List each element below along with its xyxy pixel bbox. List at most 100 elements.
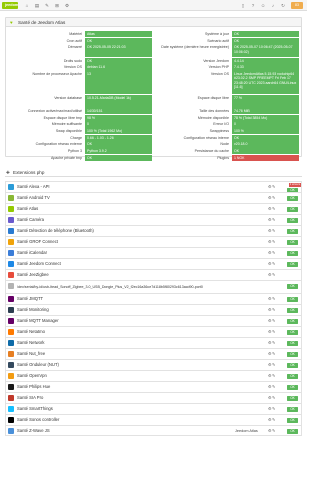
health-value: 0 xyxy=(85,121,152,128)
plugins-icon[interactable]: ⊞ xyxy=(54,3,60,8)
mobile-icon[interactable]: ▯ xyxy=(240,3,246,8)
plugin-config-icon[interactable]: ⚙✎ xyxy=(268,395,276,401)
plugin-config-icon[interactable]: ⚙✎ xyxy=(268,307,276,313)
message-badge[interactable]: 83 xyxy=(291,2,303,9)
plugin-config-icon[interactable]: ⚙✎ xyxy=(268,417,276,423)
plugin-config-icon[interactable]: ⚙✎ xyxy=(268,329,276,335)
health-label: Espace disque libre tmp xyxy=(43,115,82,120)
health-value: 74.76 MiB xyxy=(232,107,299,115)
plugin-row[interactable]: Santé Sonos controller ⚙✎ OK xyxy=(5,414,302,425)
health-title: Santé de Jeedom Atlas xyxy=(18,19,66,25)
plugin-icon xyxy=(8,406,14,412)
health-label: Version OS xyxy=(210,72,229,77)
plugin-icon xyxy=(8,228,14,234)
plugin-icon xyxy=(8,239,14,245)
plugin-status-badge: OK xyxy=(287,261,298,267)
plugin-row[interactable]: Santé Z-Wave JS Jeedom Atlas ⚙✎ OK xyxy=(5,425,302,436)
analysis-icon[interactable]: ▤ xyxy=(34,3,40,8)
settings-icon[interactable]: ⚙ xyxy=(64,3,70,8)
plugin-row[interactable]: Santé Atlas ⚙✎ OK xyxy=(5,203,302,214)
plugin-row[interactable]: Santé Onduleur (NUT) ⚙✎ OK xyxy=(5,359,302,370)
plugin-config-icon[interactable]: ⚙✎ xyxy=(268,406,276,412)
plugin-row[interactable]: Santé JMQTT ⚙✎ OK xyxy=(5,293,302,304)
plugin-row[interactable]: Santé Caméra ⚙✎ OK xyxy=(5,214,302,225)
plugin-row[interactable]: Santé JeeZigbee ⚙✎ xyxy=(5,269,302,280)
home-icon[interactable]: ⌂ xyxy=(24,3,30,8)
refresh-icon[interactable]: ↻ xyxy=(280,3,286,8)
health-value: 13 xyxy=(85,71,152,95)
plugin-row[interactable]: Santé Philips Hue ⚙✎ OK xyxy=(5,381,302,392)
health-label: Python 3 xyxy=(67,149,82,154)
plugin-row[interactable]: Santé SIA Pro ⚙✎ OK xyxy=(5,392,302,403)
plugin-row[interactable]: Santé SmartThings ⚙✎ OK xyxy=(5,403,302,414)
plugin-row[interactable]: Santé GROF Connect ⚙✎ OK xyxy=(5,236,302,247)
plugin-name: Santé Monitoring xyxy=(17,307,49,312)
plugin-status-badge: OK xyxy=(287,296,298,302)
plugin-row[interactable]: Santé Monitoring ⚙✎ OK xyxy=(5,304,302,315)
health-value: 100 % (Total 1962 Mo) xyxy=(85,127,152,135)
top-navbar: jeedom ⌂ ▤ ✎ ⊞ ⚙ ▯ ? ☺ ♪ ↻ 83 xyxy=(0,0,307,11)
plugin-error-badge[interactable]: 1 erreurs xyxy=(289,183,301,187)
health-label: Node xyxy=(220,142,229,147)
plugin-icon xyxy=(8,206,14,212)
plugin-config-icon[interactable]: ⚙✎ xyxy=(268,296,276,302)
plugin-config-icon[interactable]: ⚙✎ xyxy=(268,362,276,368)
health-label: Swappiness xyxy=(209,128,229,133)
health-value: OK xyxy=(85,37,152,44)
plugin-row[interactable]: Santé MQTT Manager ⚙✎ OK xyxy=(5,315,302,326)
health-label: Version Jeedom xyxy=(203,58,229,63)
plugin-icon xyxy=(8,195,14,201)
health-label: Version OS xyxy=(63,65,82,70)
plugin-config-icon[interactable]: ⚙✎ xyxy=(268,250,276,256)
jeedom-logo[interactable]: jeedom xyxy=(2,2,18,9)
bell-icon[interactable]: ♪ xyxy=(270,3,276,8)
plugin-row[interactable]: Santé OpenVpn ⚙✎ OK xyxy=(5,370,302,381)
plugin-config-icon[interactable]: ⚙✎ xyxy=(268,206,276,212)
health-value: Python 3.9.2 xyxy=(85,148,152,155)
health-row: Apache private tmp OK Plugins 1 NOK xyxy=(9,154,299,162)
plugin-row[interactable]: Santé Détection de téléphone (Bluetooth)… xyxy=(5,225,302,236)
help-icon[interactable]: ? xyxy=(250,3,256,8)
plugin-config-icon[interactable]: ⚙✎ xyxy=(268,318,276,324)
plugin-config-icon[interactable]: ⚙✎ xyxy=(268,340,276,346)
plugin-config-icon[interactable]: ⚙✎ xyxy=(268,217,276,223)
plugin-status-badge: OK xyxy=(287,228,298,234)
health-row: Droits sudo OK Version Jeedom 4.4.14 xyxy=(9,57,299,65)
tools-icon[interactable]: ✎ xyxy=(44,3,50,8)
health-value: debian 11.6 xyxy=(85,64,152,71)
health-row: Espace disque libre tmp 98 % Mémoire dispo… xyxy=(9,114,299,121)
plugin-config-icon[interactable]: ⚙✎ xyxy=(268,351,276,357)
plugin-row[interactable]: Santé Netatmo ⚙✎ OK xyxy=(5,326,302,337)
plugin-row[interactable]: /dev/serial/by-id/usb-Itead_Sonoff_Zigbe… xyxy=(5,280,302,293)
health-value: 78 % (Total 3854 Mo) xyxy=(232,114,299,121)
plugin-icon xyxy=(8,373,14,379)
plugin-row[interactable]: Santé iCalendar ⚙✎ OK xyxy=(5,247,302,258)
user-icon[interactable]: ☺ xyxy=(260,3,266,8)
plugin-name: Santé MQTT Manager xyxy=(17,318,59,323)
plugin-config-icon[interactable]: ⚙✎ xyxy=(268,373,276,379)
plugin-row[interactable]: Santé Nut_free ⚙✎ OK xyxy=(5,348,302,359)
health-panel: ♥ Santé de Jeedom Atlas Matériel Atlas Sys… xyxy=(5,17,302,162)
plugin-row[interactable]: Santé Alexa - API ⚙✎ 1 erreurs OK xyxy=(5,181,302,193)
plugin-row[interactable]: Santé Jeedom Connect ⚙✎ OK xyxy=(5,258,302,269)
plugin-status-badge: OK xyxy=(287,417,298,423)
plugin-config-icon[interactable]: ⚙✎ xyxy=(268,195,276,201)
plugin-config-icon[interactable]: ⚙✎ xyxy=(268,228,276,234)
plugin-status-badge: OK xyxy=(287,351,298,357)
plugin-config-icon[interactable]: ⚙✎ xyxy=(268,239,276,245)
health-value: 14/30/151 xyxy=(85,107,152,115)
plugin-row[interactable]: Santé Network ⚙✎ OK xyxy=(5,337,302,348)
health-label: Configuration réseau interne xyxy=(183,135,229,140)
plugin-row[interactable]: Santé Android TV ⚙✎ OK xyxy=(5,192,302,203)
plugin-status-badge: OK xyxy=(287,206,298,212)
plugin-config-icon[interactable]: ⚙✎ xyxy=(268,272,276,278)
plugin-icon xyxy=(8,351,14,357)
plugin-icon xyxy=(8,384,14,390)
health-label: Apache private tmp xyxy=(51,155,82,160)
plugin-icon xyxy=(8,395,14,401)
plugin-config-icon[interactable]: ⚙✎ xyxy=(268,261,276,267)
plugin-config-icon[interactable]: ⚙✎ xyxy=(268,184,276,190)
plugin-config-icon[interactable]: ⚙✎ xyxy=(268,384,276,390)
plugin-status-badge: OK xyxy=(287,340,298,346)
plugin-config-icon[interactable]: ⚙✎ xyxy=(268,428,276,434)
